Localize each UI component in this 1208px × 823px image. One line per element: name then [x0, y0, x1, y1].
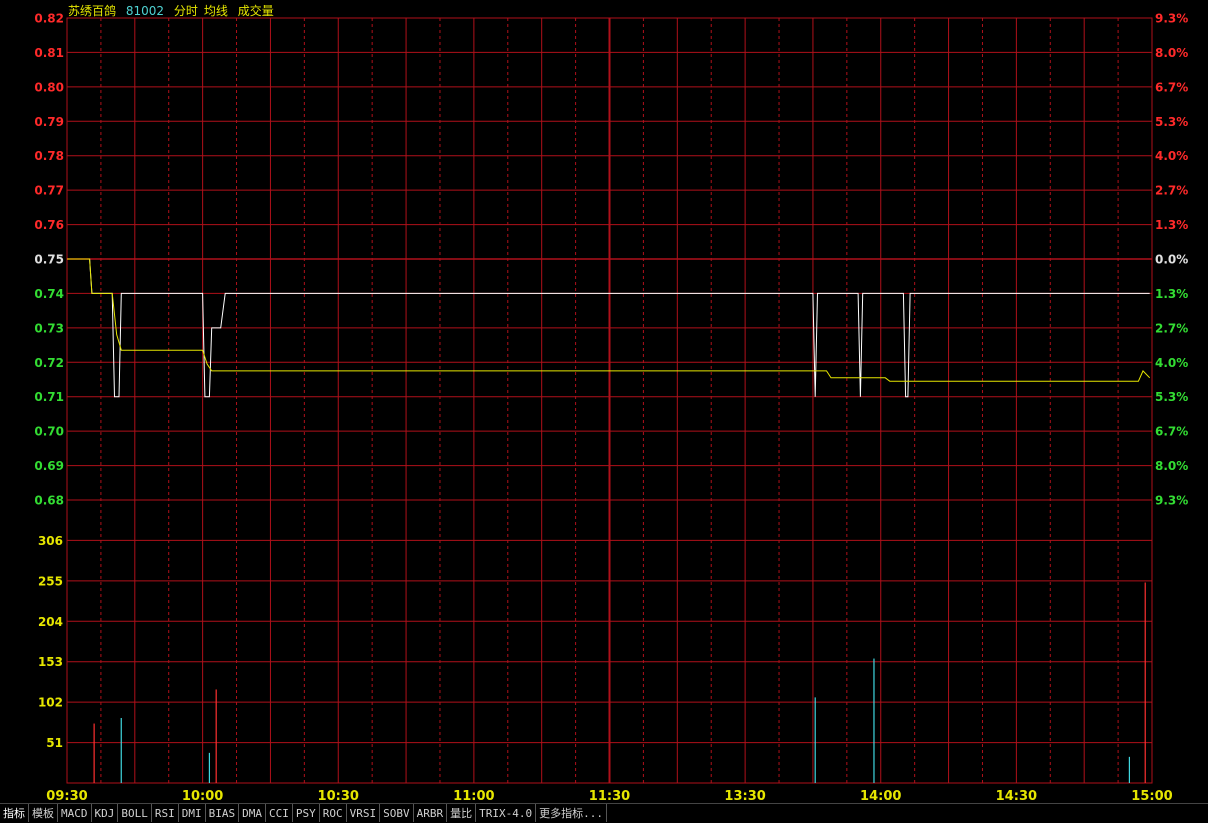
time-tick-label: 10:00 [182, 789, 223, 803]
time-tick-label: 09:30 [46, 789, 87, 803]
price-tick-label: 0.81 [34, 46, 64, 60]
avg-line-label: 均线 [203, 4, 228, 18]
pct-tick-label: 1.3% [1155, 218, 1188, 232]
stock-code: 81002 [125, 4, 165, 18]
indicator-tab[interactable]: DMI [179, 804, 206, 822]
indicator-tab[interactable]: 更多指标... [536, 804, 607, 822]
indicator-tab[interactable]: 指标 [0, 804, 29, 822]
time-tick-label: 11:00 [453, 789, 494, 803]
volume-tick-label: 204 [38, 615, 63, 629]
indicator-tab[interactable]: DMA [239, 804, 266, 822]
price-tick-label: 0.75 [34, 253, 64, 267]
time-tick-label: 14:00 [860, 789, 901, 803]
indicator-tab[interactable]: BIAS [206, 804, 240, 822]
price-tick-label: 0.69 [34, 459, 64, 473]
pct-tick-label: 9.3% [1155, 12, 1188, 26]
pct-tick-label: 2.7% [1155, 184, 1188, 198]
price-tick-label: 0.68 [34, 494, 64, 508]
indicator-tab[interactable]: KDJ [92, 804, 119, 822]
price-tick-label: 0.80 [34, 80, 64, 94]
price-tick-label: 0.72 [34, 356, 64, 370]
pct-tick-label: 2.7% [1155, 321, 1188, 335]
pct-tick-label: 9.3% [1155, 494, 1188, 508]
time-tick-label: 10:30 [318, 789, 359, 803]
indicator-tab[interactable]: RSI [152, 804, 179, 822]
price-tick-label: 0.76 [34, 218, 64, 232]
time-tick-label: 14:30 [996, 789, 1037, 803]
average-line [67, 258, 1151, 382]
volume-label: 成交量 [237, 4, 274, 18]
stock-name: 苏绣百鸽 [68, 4, 117, 18]
indicator-tab[interactable]: MACD [58, 804, 92, 822]
volume-tick-label: 306 [38, 534, 63, 548]
pct-tick-label: 4.0% [1155, 149, 1188, 163]
pct-tick-label: 6.7% [1155, 80, 1188, 94]
pct-tick-label: 6.7% [1155, 425, 1188, 439]
indicator-tab[interactable]: SOBV [380, 804, 414, 822]
price-tick-label: 0.73 [34, 321, 64, 335]
price-tick-label: 0.78 [34, 149, 64, 163]
time-tick-label: 13:30 [724, 789, 765, 803]
indicator-tab[interactable]: 量比 [447, 804, 477, 822]
volume-tick-label: 51 [46, 736, 63, 750]
indicator-tab[interactable]: VRSI [347, 804, 381, 822]
pct-tick-label: 8.0% [1155, 459, 1188, 473]
pct-tick-label: 4.0% [1155, 356, 1188, 370]
intraday-chart: 0.82 9.3% 0.81 8.0% 0.80 6.7% 0.79 5.3% 0.78 4.0%… [0, 0, 1208, 822]
indicator-tab[interactable]: PSY [293, 804, 320, 822]
indicator-tab[interactable]: ARBR [414, 804, 448, 822]
price-tick-label: 0.77 [34, 184, 64, 198]
price-tick-label: 0.79 [34, 115, 64, 129]
chart-canvas: 0.82 9.3% 0.81 8.0% 0.80 6.7% 0.79 5.3% 0.78 4.0%… [34, 12, 1188, 805]
pct-tick-label: 0.0% [1155, 253, 1188, 267]
pct-tick-label: 5.3% [1155, 390, 1188, 404]
indicator-tab[interactable]: 模板 [29, 804, 58, 822]
mode-label: 分时 [173, 4, 198, 18]
price-tick-label: 0.74 [34, 287, 64, 301]
price-tick-label: 0.70 [34, 425, 64, 439]
price-tick-label: 0.71 [34, 390, 64, 404]
pct-tick-label: 5.3% [1155, 115, 1188, 129]
chart-header: 苏绣百鸽 81002 分时 均线 成交量 [68, 2, 280, 19]
pct-tick-label: 1.3% [1155, 287, 1188, 301]
volume-tick-label: 102 [38, 696, 63, 710]
volume-tick-label: 153 [38, 655, 63, 669]
time-tick-label: 15:00 [1131, 789, 1172, 803]
pct-tick-label: 8.0% [1155, 46, 1188, 60]
indicator-tab[interactable]: TRIX-4.0 [476, 804, 537, 822]
indicator-tab-bar: 指标 模板 MACD KDJ BOLL RSI DMI BIAS DMA CCI PSY ROC VRS… [0, 803, 1208, 823]
indicator-tab[interactable]: ROC [320, 804, 347, 822]
volume-tick-label: 255 [38, 574, 63, 588]
indicator-tab[interactable]: CCI [266, 804, 293, 822]
indicator-tab[interactable]: BOLL [118, 804, 152, 822]
price-tick-label: 0.82 [34, 12, 64, 26]
time-tick-label: 11:30 [589, 789, 630, 803]
